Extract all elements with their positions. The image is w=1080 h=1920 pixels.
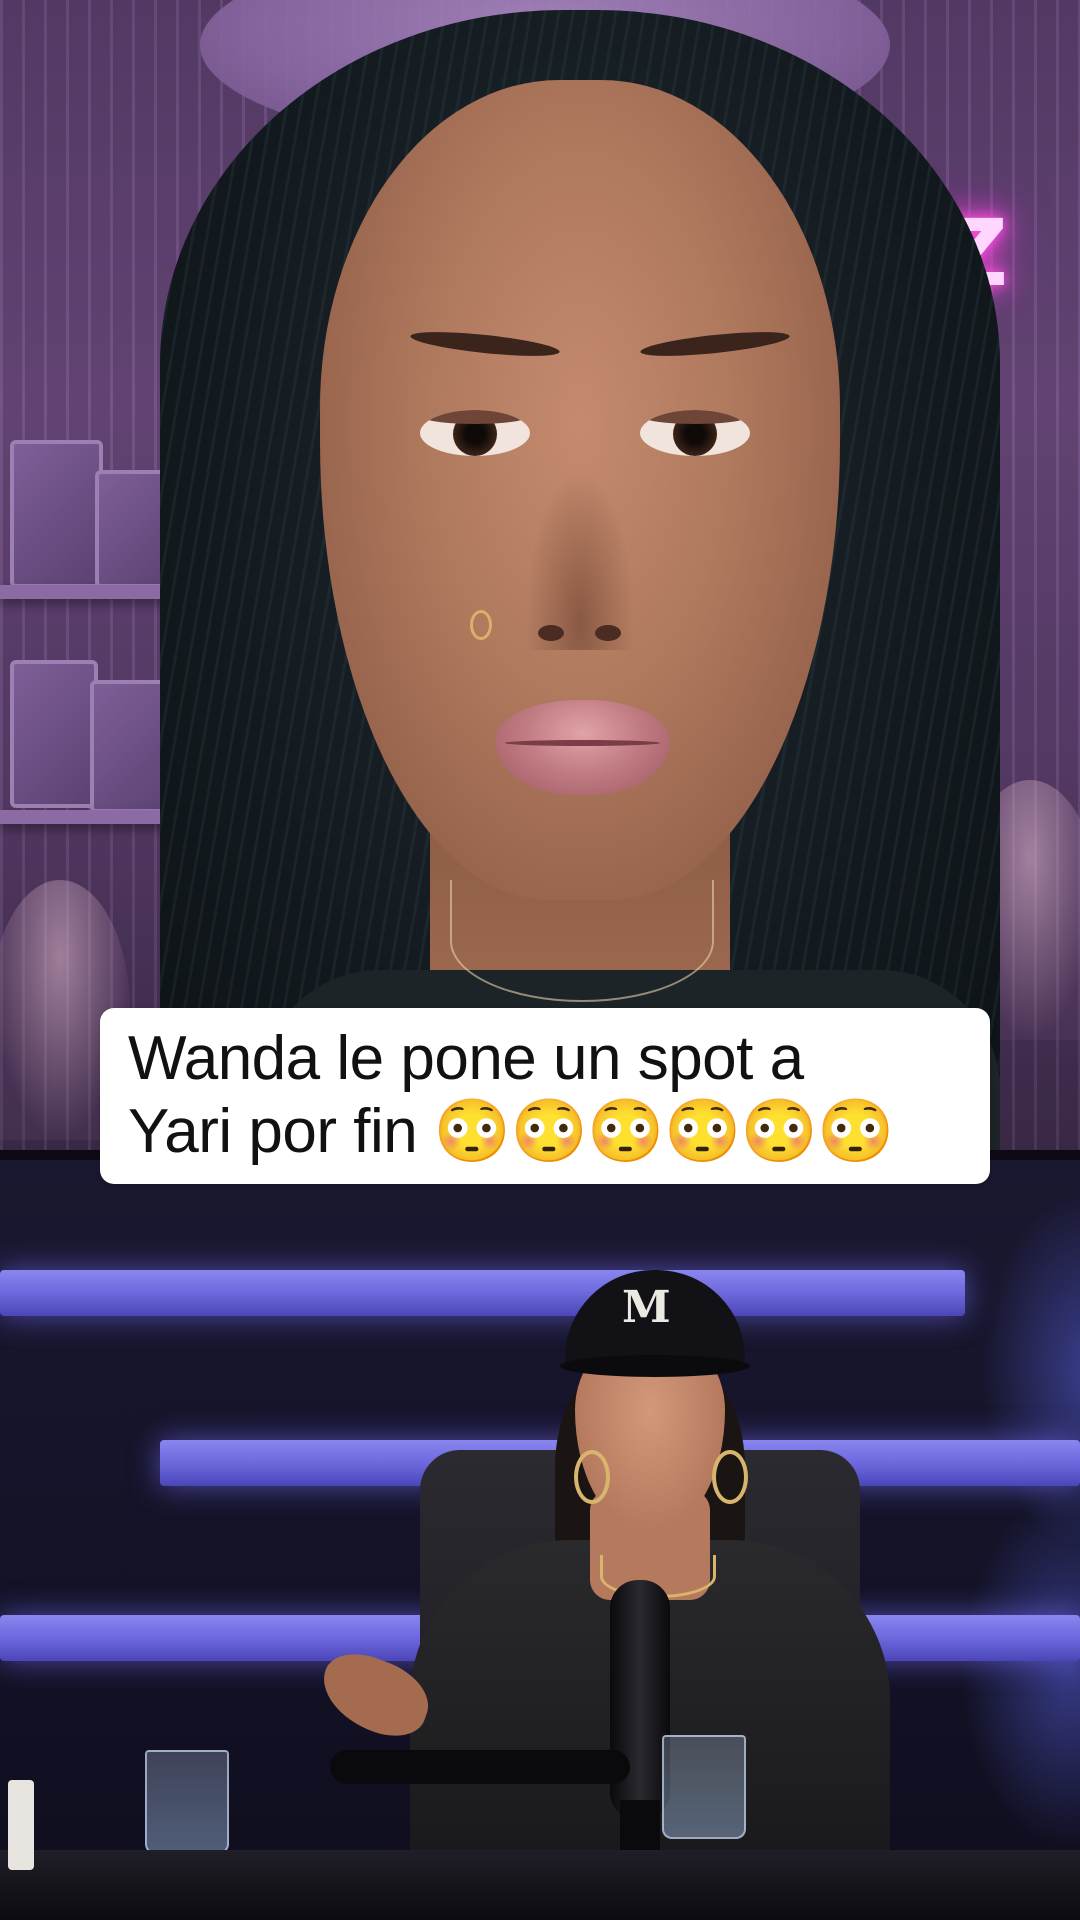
cup <box>8 1780 34 1870</box>
presenter-face <box>320 80 840 900</box>
led-light-bar <box>0 1270 965 1316</box>
hoop-earring <box>712 1450 748 1504</box>
caption-overlay: Wanda le pone un spot a Yari por fin 😳😳😳… <box>100 1008 990 1185</box>
left-eye <box>420 410 530 456</box>
water-glass <box>662 1735 746 1839</box>
caption-line-1: Wanda le pone un spot a <box>128 1024 804 1093</box>
microphone <box>610 1580 670 1820</box>
wall-art <box>10 440 103 588</box>
lips <box>495 700 670 795</box>
top-video-panel: IZ <box>0 0 1080 1150</box>
right-eye <box>640 410 750 456</box>
studio-light-glow <box>960 1490 1080 1850</box>
cap-logo: M <box>622 1282 671 1333</box>
left-eyebrow <box>409 327 561 361</box>
wall-art <box>10 660 98 808</box>
hoop-earring <box>574 1450 610 1504</box>
nose <box>525 470 635 650</box>
right-eyebrow <box>639 327 791 361</box>
caption-line-2: Yari por fin 😳😳😳😳😳😳 <box>128 1097 895 1167</box>
video-frame[interactable]: IZ <box>0 0 1080 1920</box>
water-glass <box>145 1750 229 1854</box>
microphone-arm <box>330 1750 630 1784</box>
studio-desk <box>0 1850 1080 1920</box>
cap-brim <box>560 1355 750 1377</box>
presenter <box>120 10 1000 1150</box>
bottom-video-panel: M <box>0 1160 1080 1920</box>
earring <box>470 610 492 640</box>
